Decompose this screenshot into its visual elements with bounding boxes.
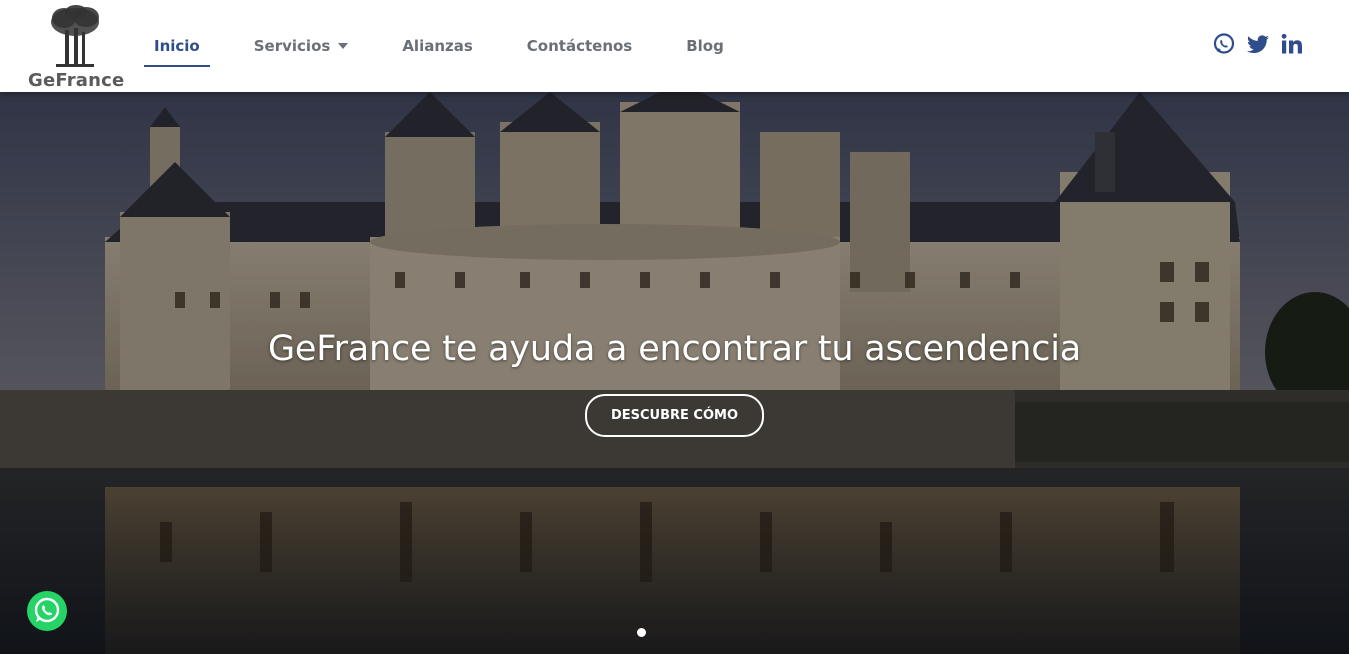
site-header: GeFrance Inicio Servicios Alianzas Contá…: [0, 0, 1349, 92]
nav-servicios-label: Servicios: [253, 37, 331, 55]
whatsapp-icon: [27, 591, 67, 631]
nav-alianzas[interactable]: Alianzas: [392, 29, 482, 63]
main-nav: Inicio Servicios Alianzas Contáctenos Bl…: [144, 0, 768, 92]
chevron-down-icon: [338, 43, 349, 49]
castle-background-image: [0, 92, 1349, 654]
nav-contactenos[interactable]: Contáctenos: [517, 29, 642, 63]
hero-slider: GeFrance te ayuda a encontrar tu ascende…: [0, 92, 1349, 654]
social-links: [1212, 32, 1304, 56]
nav-inicio[interactable]: Inicio: [144, 29, 210, 67]
discover-button[interactable]: DESCUBRE CÓMO: [585, 394, 764, 437]
nav-servicios[interactable]: Servicios: [244, 29, 359, 63]
whatsapp-float-button[interactable]: [27, 591, 67, 631]
nav-blog-label: Blog: [686, 37, 724, 55]
nav-blog[interactable]: Blog: [676, 29, 734, 63]
twitter-icon[interactable]: [1246, 32, 1270, 56]
linkedin-icon[interactable]: [1280, 32, 1304, 56]
whatsapp-icon[interactable]: [1212, 32, 1236, 56]
tree-logo-icon: [51, 5, 99, 67]
nav-inicio-label: Inicio: [154, 37, 200, 55]
nav-alianzas-label: Alianzas: [402, 37, 473, 55]
hero-title: GeFrance te ayuda a encontrar tu ascende…: [267, 329, 1082, 370]
brand-name: GeFrance: [28, 70, 125, 91]
slider-dot[interactable]: [637, 628, 646, 637]
brand-logo[interactable]: GeFrance: [26, 4, 125, 91]
nav-contactenos-label: Contáctenos: [526, 37, 633, 55]
